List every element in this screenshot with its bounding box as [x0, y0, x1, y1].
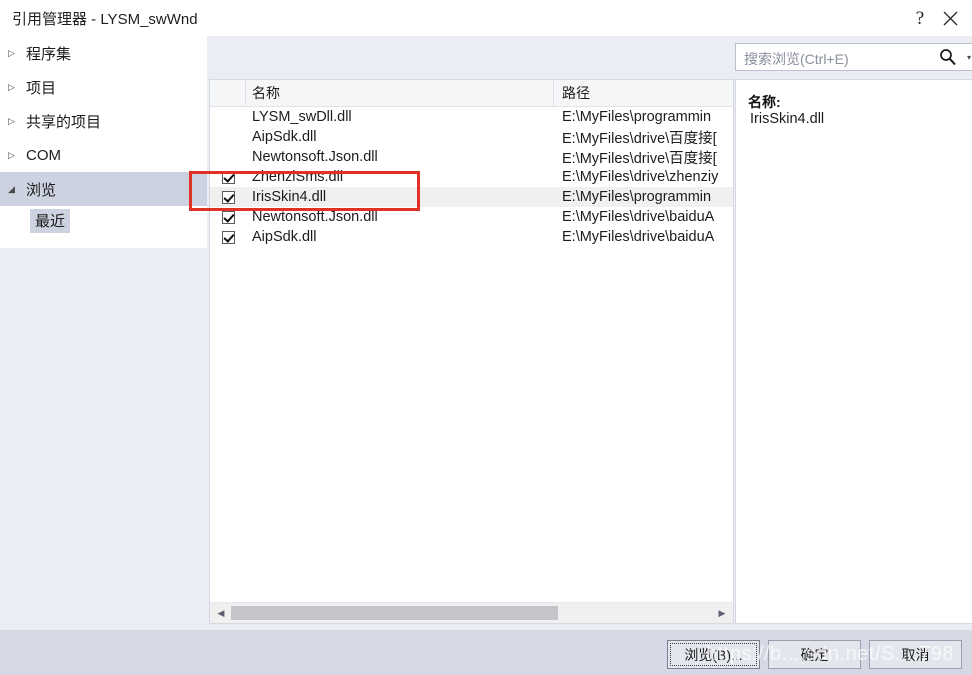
- sidebar-item-browse[interactable]: ◢ 浏览: [0, 172, 207, 206]
- row-name: Newtonsoft.Json.dll: [252, 149, 378, 165]
- row-path: E:\MyFiles\drive\zhenziy: [562, 169, 719, 185]
- sidebar-item-label: 程序集: [26, 45, 72, 63]
- question-mark-icon: ?: [915, 7, 925, 29]
- browse-button-label: 浏览(B)...: [684, 646, 743, 663]
- table-row-selected[interactable]: IrisSkin4.dll E:\MyFiles\programmin: [210, 187, 733, 207]
- row-checkbox-cell[interactable]: [210, 151, 246, 164]
- chevron-right-icon: ▷: [8, 81, 15, 92]
- row-checkbox-cell[interactable]: [210, 190, 246, 204]
- search-icon[interactable]: [939, 48, 957, 66]
- title-bar: 引用管理器 - LYSM_swWnd ?: [0, 0, 972, 36]
- row-name: AipSdk.dll: [252, 229, 317, 245]
- details-panel: 名称: IrisSkin4.dll: [735, 79, 972, 624]
- chevron-down-icon[interactable]: ▾: [967, 54, 971, 62]
- row-name: AipSdk.dll: [252, 129, 317, 145]
- sidebar-item-label: 浏览: [26, 181, 57, 199]
- row-name: Newtonsoft.Json.dll: [252, 209, 378, 225]
- column-header-name[interactable]: 名称: [246, 80, 554, 106]
- column-header-path[interactable]: 路径: [554, 80, 733, 106]
- checkbox-placeholder-icon: [222, 131, 235, 144]
- table-row[interactable]: AipSdk.dll E:\MyFiles\drive\baiduA: [210, 227, 733, 247]
- list-header-row: 名称 路径: [210, 80, 733, 107]
- row-checkbox-cell[interactable]: [210, 210, 246, 224]
- cancel-button-label: 取消: [901, 646, 930, 663]
- sidebar-item-com[interactable]: ▷ COM: [0, 138, 207, 172]
- scrollbar-thumb[interactable]: [231, 606, 558, 620]
- checkbox-checked-icon[interactable]: [221, 230, 235, 244]
- row-checkbox-cell[interactable]: [210, 230, 246, 244]
- details-name-value: IrisSkin4.dll: [750, 111, 825, 127]
- browse-button[interactable]: 浏览(B)...: [667, 640, 760, 669]
- checkbox-checked-icon[interactable]: [221, 190, 235, 204]
- ok-button[interactable]: 确定: [768, 640, 861, 669]
- cancel-button[interactable]: 取消: [869, 640, 962, 669]
- row-path: E:\MyFiles\drive\百度接[: [562, 130, 717, 147]
- chevron-right-icon: ▷: [8, 115, 15, 126]
- table-row[interactable]: Newtonsoft.Json.dll E:\MyFiles\drive\百度接…: [210, 147, 733, 167]
- row-checkbox-cell[interactable]: [210, 170, 246, 184]
- table-row[interactable]: AipSdk.dll E:\MyFiles\drive\百度接[: [210, 127, 733, 147]
- sidebar-item-label: COM: [26, 146, 61, 164]
- search-placeholder: 搜索浏览(Ctrl+E): [744, 51, 849, 67]
- reference-list-panel: 名称 路径 LYSM_swDll.dll E:\MyFiles\programm…: [209, 79, 734, 624]
- search-input[interactable]: 搜索浏览(Ctrl+E) ▾: [735, 43, 972, 71]
- category-tree: ▷ 程序集 ▷ 项目 ▷ 共享的项目 ▷ COM ◢ 浏览 最近: [0, 36, 207, 248]
- sidebar-item-recent[interactable]: 最近: [0, 206, 207, 236]
- reference-manager-dialog: 引用管理器 - LYSM_swWnd ? ▷ 程序集 ▷ 项目 ▷ 共享的项目 …: [0, 0, 972, 675]
- row-path: E:\MyFiles\drive\baiduA: [562, 229, 715, 245]
- table-row[interactable]: ZhenziSms.dll E:\MyFiles\drive\zhenziy: [210, 167, 733, 187]
- sidebar-item-shared-projects[interactable]: ▷ 共享的项目: [0, 104, 207, 138]
- checkbox-placeholder-icon: [222, 151, 235, 164]
- checkbox-checked-icon[interactable]: [221, 210, 235, 224]
- column-header-check[interactable]: [210, 80, 246, 106]
- close-icon: [943, 11, 957, 25]
- details-name-label: 名称:: [748, 94, 781, 110]
- table-row[interactable]: LYSM_swDll.dll E:\MyFiles\programmin: [210, 107, 733, 127]
- row-name: ZhenziSms.dll: [252, 169, 344, 185]
- checkbox-checked-icon[interactable]: [221, 170, 235, 184]
- sidebar-item-label: 项目: [26, 79, 57, 97]
- row-path: E:\MyFiles\drive\百度接[: [562, 150, 717, 167]
- row-name: IrisSkin4.dll: [252, 189, 327, 205]
- scroll-left-arrow-icon[interactable]: ◀: [212, 603, 230, 623]
- chevron-right-icon: ▷: [8, 47, 15, 58]
- row-name: LYSM_swDll.dll: [252, 109, 352, 125]
- reference-list-body: LYSM_swDll.dll E:\MyFiles\programmin Aip…: [210, 107, 733, 603]
- sidebar-item-projects[interactable]: ▷ 项目: [0, 70, 207, 104]
- close-button[interactable]: [928, 0, 972, 36]
- horizontal-scrollbar[interactable]: ◀ ▶: [210, 602, 733, 623]
- chevron-down-icon: ◢: [8, 183, 15, 194]
- checkbox-placeholder-icon: [222, 111, 235, 124]
- window-title: 引用管理器 - LYSM_swWnd: [12, 11, 198, 28]
- row-checkbox-cell[interactable]: [210, 131, 246, 144]
- row-path: E:\MyFiles\programmin: [562, 189, 712, 205]
- chevron-right-icon: ▷: [8, 149, 15, 160]
- row-path: E:\MyFiles\drive\baiduA: [562, 209, 715, 225]
- row-path: E:\MyFiles\programmin: [562, 109, 712, 125]
- table-row[interactable]: Newtonsoft.Json.dll E:\MyFiles\drive\bai…: [210, 207, 733, 227]
- sidebar-item-label: 共享的项目: [26, 113, 102, 131]
- ok-button-label: 确定: [800, 646, 829, 663]
- scroll-right-arrow-icon[interactable]: ▶: [713, 603, 731, 623]
- row-checkbox-cell[interactable]: [210, 111, 246, 124]
- sidebar-subitem-label: 最近: [30, 209, 71, 233]
- sidebar-item-assemblies[interactable]: ▷ 程序集: [0, 36, 207, 70]
